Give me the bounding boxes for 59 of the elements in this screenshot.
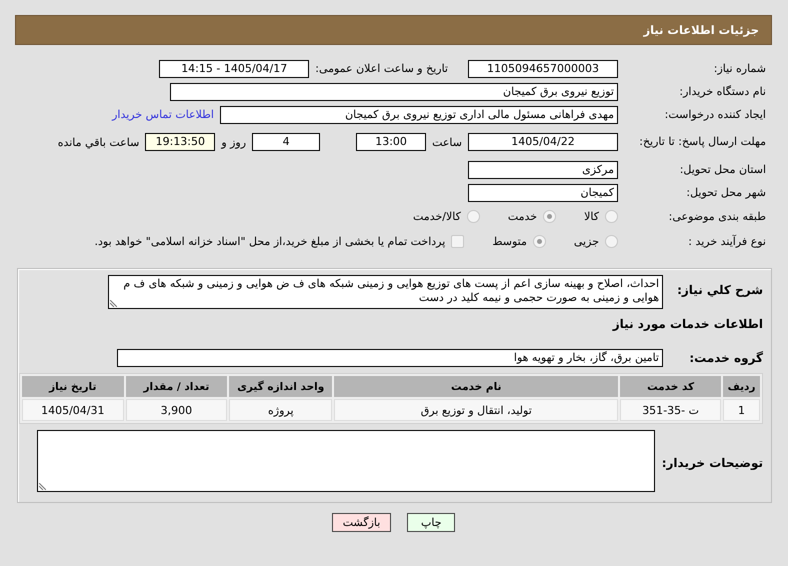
- section-heading: اطلاعات خدمات مورد نیاز: [611, 317, 763, 331]
- contact-link[interactable]: اطلاعات تماس خریدار: [112, 108, 214, 121]
- field-label: توضیحات خریدار:: [663, 456, 763, 470]
- table-cell: پروژه: [229, 399, 332, 421]
- checkbox[interactable]: [451, 235, 464, 248]
- column-header: نام خدمت: [334, 376, 618, 397]
- column-header: تعداد / مقدار: [126, 376, 228, 397]
- text-field[interactable]: مرکزی: [468, 160, 618, 178]
- option-label: خدمت: [508, 210, 538, 223]
- text-field[interactable]: 1105094657000003: [468, 60, 618, 78]
- field-label: شرح کلي نیاز:: [677, 283, 763, 297]
- radio-button[interactable]: [532, 235, 546, 248]
- text-field[interactable]: 13:00: [356, 133, 426, 151]
- table-cell: 3,900: [126, 399, 228, 421]
- field-label: استان محل تحویل:: [678, 163, 766, 176]
- text-field[interactable]: 19:13:50: [145, 133, 216, 151]
- print-button[interactable]: چاپ: [407, 513, 456, 532]
- option-label: متوسط: [492, 235, 527, 248]
- field-label: ساعت باقي مانده: [58, 136, 140, 148]
- option-label: کالا: [584, 210, 599, 223]
- field-label: تاریخ و ساعت اعلان عمومی:: [315, 62, 448, 75]
- field-label: مهلت ارسال پاسخ: تا تاریخ:: [638, 135, 766, 149]
- radio-button[interactable]: [605, 235, 618, 248]
- notes-field[interactable]: [37, 430, 655, 492]
- checkbox-label: پرداخت تمام یا بخشی از مبلغ خرید،از محل "اسناد خزانه اسلامی" خواهد بود.: [94, 235, 446, 248]
- back-button[interactable]: بازگشت: [332, 513, 392, 532]
- column-header: تاریخ نیاز: [22, 376, 124, 397]
- field-label: گروه خدمت:: [688, 351, 763, 365]
- table-cell: 1405/04/31: [22, 399, 124, 421]
- table-cell: 1: [723, 399, 760, 421]
- option-label: جزیی: [574, 235, 599, 248]
- field-label: نام دستگاه خریدار:: [678, 85, 766, 98]
- page-title: جزئیات اطلاعات نیاز: [15, 15, 772, 45]
- text-field[interactable]: 1405/04/17 - 14:15: [159, 60, 310, 78]
- field-label: ساعت: [432, 136, 462, 148]
- option-label: کالا/خدمت: [413, 210, 461, 223]
- radio-button[interactable]: [466, 210, 480, 223]
- text-field[interactable]: 4: [252, 133, 320, 151]
- field-label: روز و: [221, 136, 246, 148]
- text-field[interactable]: توزیع نیروی برق کمیجان: [170, 82, 618, 100]
- table-cell: تولید، انتقال و توزیع برق: [334, 399, 618, 421]
- field-label: ایجاد کننده درخواست:: [664, 108, 766, 121]
- text-field[interactable]: مهدی فراهانی مسئول مالی اداری توزیع نیروی برق کمیجان: [220, 106, 618, 124]
- text-field[interactable]: تامین برق، گاز، بخار و تهویه هوا: [117, 349, 663, 367]
- text-field[interactable]: کمیجان: [468, 184, 618, 202]
- field-label: طبقه بندی موضوعی:: [668, 210, 766, 223]
- field-label: نوع فرآیند خرید :: [687, 235, 766, 248]
- radio-button[interactable]: [543, 210, 556, 223]
- column-header: ردیف: [723, 376, 760, 397]
- column-header: کد خدمت: [620, 376, 722, 397]
- column-header: واحد اندازه گیری: [229, 376, 332, 397]
- field-label: شماره نیاز:: [712, 62, 766, 75]
- text-field[interactable]: 1405/04/22: [468, 133, 618, 151]
- description-field[interactable]: احداث، اصلاح و بهینه سازی اعم از پست های توزیع هوایی و زمینی شبکه های ف ض هوایی و زمینی و شبکه های ف م هوایی و زمینی به صورت حجمی و نیمه کلید در دست: [108, 275, 664, 309]
- resize-grip-icon[interactable]: [110, 300, 118, 307]
- field-label: شهر محل تحویل:: [685, 186, 766, 199]
- table-cell: ت -35-351: [620, 399, 722, 421]
- resize-grip-icon[interactable]: [39, 483, 46, 490]
- radio-button[interactable]: [605, 210, 618, 223]
